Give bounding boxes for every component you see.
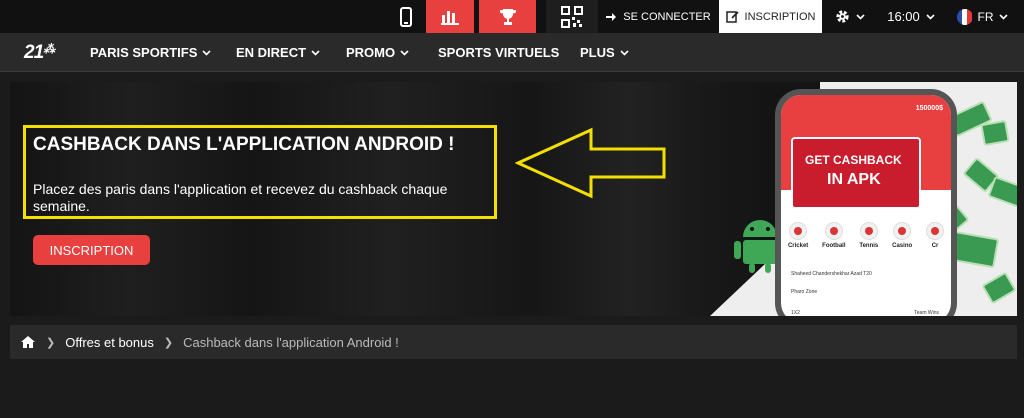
banner-signup-button[interactable]: INSCRIPTION <box>33 235 150 265</box>
phone-sport-item: Football <box>822 222 846 249</box>
trophy-icon <box>499 8 516 25</box>
language-label: FR <box>977 9 994 24</box>
arrow-annotation-icon <box>515 127 666 199</box>
phone-promo-line1: GET CASHBACK <box>805 153 902 167</box>
breadcrumb-offers-link[interactable]: Offres et bonus <box>65 335 154 350</box>
language-dropdown[interactable]: FR <box>952 0 1012 33</box>
nav-sports-betting[interactable]: PARIS SPORTIFS <box>90 33 211 72</box>
phone-sport-item: Casino <box>892 222 912 249</box>
banner-description: Placez des paris dans l'application et r… <box>33 181 448 214</box>
chevron-down-icon <box>926 13 935 20</box>
site-logo[interactable]: 21⁂ <box>24 42 55 64</box>
nav-label: PROMO <box>346 45 396 60</box>
mobile-app-button[interactable] <box>388 0 424 33</box>
breadcrumb-current: Cashback dans l'application Android ! <box>183 334 399 350</box>
tennis-icon <box>859 222 878 240</box>
phone-icon <box>400 6 412 27</box>
nav-more[interactable]: PLUS <box>580 33 629 72</box>
football-icon <box>824 222 843 240</box>
phone-screen: 150000$ GET CASHBACK IN APK Cricket Foot… <box>781 95 951 316</box>
time-dropdown[interactable]: 16:00 <box>880 0 942 33</box>
sport-label: Football <box>822 243 846 249</box>
cricket-icon <box>926 222 945 240</box>
login-button[interactable]: SE CONNECTER <box>600 0 716 33</box>
france-flag-icon <box>956 8 973 25</box>
phone-sports-row: Cricket Football Tennis Casino Cr <box>781 222 951 249</box>
qr-code-button[interactable] <box>546 0 598 33</box>
nav-label: PARIS SPORTIFS <box>90 45 198 60</box>
sport-label: Tennis <box>859 243 879 249</box>
phone-sport-item: Cricket <box>788 222 808 249</box>
signup-button[interactable]: INSCRIPTION <box>719 0 822 33</box>
nav-label: PLUS <box>580 45 615 60</box>
money-bill-icon <box>980 119 1010 147</box>
time-label: 16:00 <box>887 9 920 24</box>
main-nav: 21⁂ PARIS SPORTIFS EN DIRECT PROMO SPORT… <box>0 33 1024 72</box>
settings-dropdown[interactable] <box>826 0 874 33</box>
phone-balance: 150000$ <box>915 105 943 112</box>
gear-icon <box>836 10 849 23</box>
cricket-icon <box>789 222 808 240</box>
sport-label: Casino <box>892 243 913 249</box>
phone-promo-line2: IN APK <box>827 171 881 188</box>
promo-banner: CASHBACK DANS L'APPLICATION ANDROID ! Pl… <box>10 82 1017 316</box>
phone-match-team: Pharo Zone <box>791 289 818 295</box>
sport-label: Cr <box>931 243 939 249</box>
login-label: SE CONNECTER <box>623 10 711 23</box>
chevron-down-icon <box>856 13 865 20</box>
chevron-right-icon: ❯ <box>46 336 56 349</box>
login-icon <box>606 12 617 21</box>
qr-code-icon <box>561 5 583 28</box>
home-icon[interactable] <box>20 335 36 349</box>
banner-title: CASHBACK DANS L'APPLICATION ANDROID ! <box>33 134 455 155</box>
edit-icon <box>725 11 739 23</box>
nav-virtual-sports[interactable]: SPORTS VIRTUELS <box>438 33 559 72</box>
phone-match-outcome: Team Wins <box>914 310 939 316</box>
chevron-down-icon <box>998 13 1008 20</box>
bar-chart-icon <box>441 10 459 25</box>
phone-promo-card: GET CASHBACK IN APK <box>791 137 921 209</box>
nav-live[interactable]: EN DIRECT <box>236 33 320 72</box>
top-bar: SE CONNECTER INSCRIPTION 16:00 FR <box>0 0 1024 33</box>
chevron-down-icon <box>202 49 211 56</box>
nav-label: SPORTS VIRTUELS <box>438 45 560 60</box>
statistics-button[interactable] <box>426 0 474 33</box>
chevron-down-icon <box>311 49 320 56</box>
sport-label: Cricket <box>787 243 809 249</box>
chevron-right-icon: ❯ <box>163 336 174 349</box>
logo-text: 21 <box>24 42 44 63</box>
chevron-down-icon <box>400 49 409 56</box>
phone-sport-item: Tennis <box>859 222 878 249</box>
nav-promo[interactable]: PROMO <box>346 33 409 72</box>
nav-label: EN DIRECT <box>236 45 307 60</box>
phone-mockup: 150000$ GET CASHBACK IN APK Cricket Foot… <box>775 89 957 316</box>
phone-match-market: 1X2 <box>791 310 800 316</box>
casino-icon <box>893 222 912 240</box>
trophy-button[interactable] <box>479 0 536 33</box>
chevron-down-icon <box>620 49 629 56</box>
signup-label: INSCRIPTION <box>744 10 816 23</box>
phone-match-title: Shaheed Chandershekhar Azad T20 <box>791 271 872 277</box>
phone-sport-item: Cr <box>926 222 945 249</box>
breadcrumb: ❯ Offres et bonus ❯ Cashback dans l'appl… <box>10 325 1017 359</box>
